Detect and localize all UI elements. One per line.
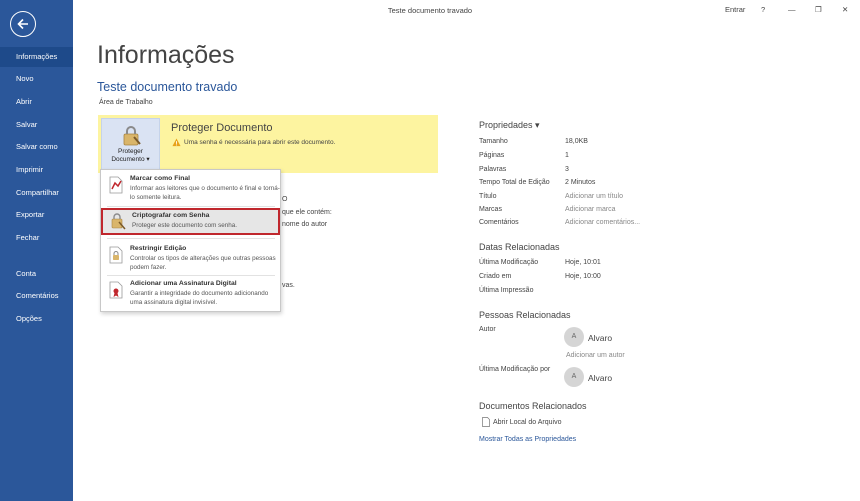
property-value-tags-input[interactable]: Adicionar marca [565,206,616,213]
sidebar-item-abrir[interactable]: Abrir [0,92,73,112]
menu-item-restrict-editing[interactable]: Restringir Edição Controlar os tipos de … [101,242,280,275]
related-documents-heading: Documentos Relacionados [479,401,587,411]
sidebar-item-imprimir[interactable]: Imprimir [0,160,73,180]
file-icon [482,417,490,427]
page-title: Informações [97,41,235,69]
lock-icon [123,126,141,146]
protect-document-button[interactable]: Proteger Documento ▾ [101,118,160,173]
property-value-comments-input[interactable]: Adicionar comentários... [565,219,640,226]
restrict-edit-icon [109,246,123,264]
inspect-text-fragment-2: nome do autor [282,221,328,228]
menu-item-description: Informar aos leitores que o documento é … [130,185,280,201]
versions-text-fragment: vas. [282,282,295,289]
author-name[interactable]: Alvaro [588,333,612,343]
inspect-text-fragment-1: que ele contém: [282,209,332,216]
menu-separator [107,275,275,276]
menu-item-title: Restringir Edição [130,245,187,252]
inspect-heading-fragment: O [282,196,288,203]
date-value-last-modified: Hoje, 10:01 [565,259,601,266]
minimize-button[interactable]: — [788,4,796,16]
property-value-words: 3 [565,166,569,173]
show-all-properties-link[interactable]: Mostrar Todas as Propriedades [479,436,576,443]
key-icon [111,213,126,230]
back-arrow-icon [17,18,28,30]
author-label: Autor [479,326,496,333]
sidebar-item-conta[interactable]: Conta [0,264,73,284]
close-button[interactable]: ✕ [842,4,848,16]
property-value-pages: 1 [565,152,569,159]
menu-item-title: Marcar como Final [130,175,191,182]
sidebar-item-salvar-como[interactable]: Salvar como [0,137,73,157]
document-final-icon [109,176,123,194]
restore-button[interactable]: ❐ [815,4,822,16]
protect-document-description: Uma senha é necessária para abrir este d… [184,139,336,146]
related-dates-heading: Datas Relacionadas [479,242,560,252]
property-label-editing-time: Tempo Total de Edição [479,179,550,186]
property-label-tags: Marcas [479,206,502,213]
document-path: Área de Trabalho [99,99,153,106]
date-label-last-printed: Última Impressão [479,287,534,294]
help-button[interactable]: ? [761,4,765,16]
sidebar-item-salvar[interactable]: Salvar [0,115,73,135]
property-label-title: Título [479,193,497,200]
property-value-editing-time: 2 Minutos [565,179,596,186]
related-people-heading: Pessoas Relacionadas [479,310,571,320]
menu-item-title: Adicionar uma Assinatura Digital [130,280,237,287]
property-label-pages: Páginas [479,152,505,159]
property-value-title-input[interactable]: Adicionar um título [565,193,623,200]
sidebar-item-informacoes[interactable]: Informações [0,47,73,67]
protect-document-menu: Marcar como Final Informar aos leitores … [100,169,281,312]
last-modified-by-label: Última Modificação por [479,366,551,373]
sidebar-item-opcoes[interactable]: Opções [0,309,73,329]
sidebar-item-novo[interactable]: Novo [0,69,73,89]
sidebar-item-fechar[interactable]: Fechar [0,228,73,248]
backstage-sidebar: Informações Novo Abrir Salvar Salvar com… [0,0,73,501]
property-label-comments: Comentários [479,219,519,226]
property-label-words: Palavras [479,166,507,173]
menu-separator [107,206,275,207]
protect-document-heading: Proteger Documento [171,122,273,134]
date-value-created: Hoje, 10:00 [565,273,601,280]
protect-button-label-1: Proteger [118,148,143,155]
menu-item-description: Controlar os tipos de alterações que out… [130,255,276,271]
menu-item-encrypt-with-password[interactable]: Criptografar com Senha Proteger este doc… [101,208,280,235]
document-title: Teste documento travado [97,80,238,94]
menu-separator [107,238,275,239]
sidebar-item-exportar[interactable]: Exportar [0,205,73,225]
menu-item-title: Criptografar com Senha [132,212,210,219]
warning-icon [172,138,181,147]
modifier-avatar[interactable]: A [564,367,584,387]
menu-item-description: Proteger este documento com senha. [132,222,238,229]
add-author-input[interactable]: Adicionar um autor [566,352,625,359]
menu-item-mark-as-final[interactable]: Marcar como Final Informar aos leitores … [101,172,280,206]
menu-item-add-digital-signature[interactable]: Adicionar uma Assinatura Digital Garanti… [101,277,280,311]
modifier-name[interactable]: Alvaro [588,373,612,383]
sidebar-item-comentarios[interactable]: Comentários [0,286,73,306]
property-value-size: 18,0KB [565,138,588,145]
signature-ribbon-icon [109,281,123,299]
protect-button-label-2: Documento ▾ [111,156,150,163]
date-label-created: Criado em [479,273,512,280]
date-label-last-modified: Última Modificação [479,259,539,266]
sign-in-link[interactable]: Entrar [725,4,745,16]
open-file-location-link[interactable]: Abrir Local do Arquivo [493,419,561,426]
menu-item-description: Garantir a integridade do documento adic… [130,290,269,306]
sidebar-item-compartilhar[interactable]: Compartilhar [0,183,73,203]
property-label-size: Tamanho [479,138,508,145]
properties-heading[interactable]: Propriedades ▾ [479,120,540,131]
author-avatar[interactable]: A [564,327,584,347]
